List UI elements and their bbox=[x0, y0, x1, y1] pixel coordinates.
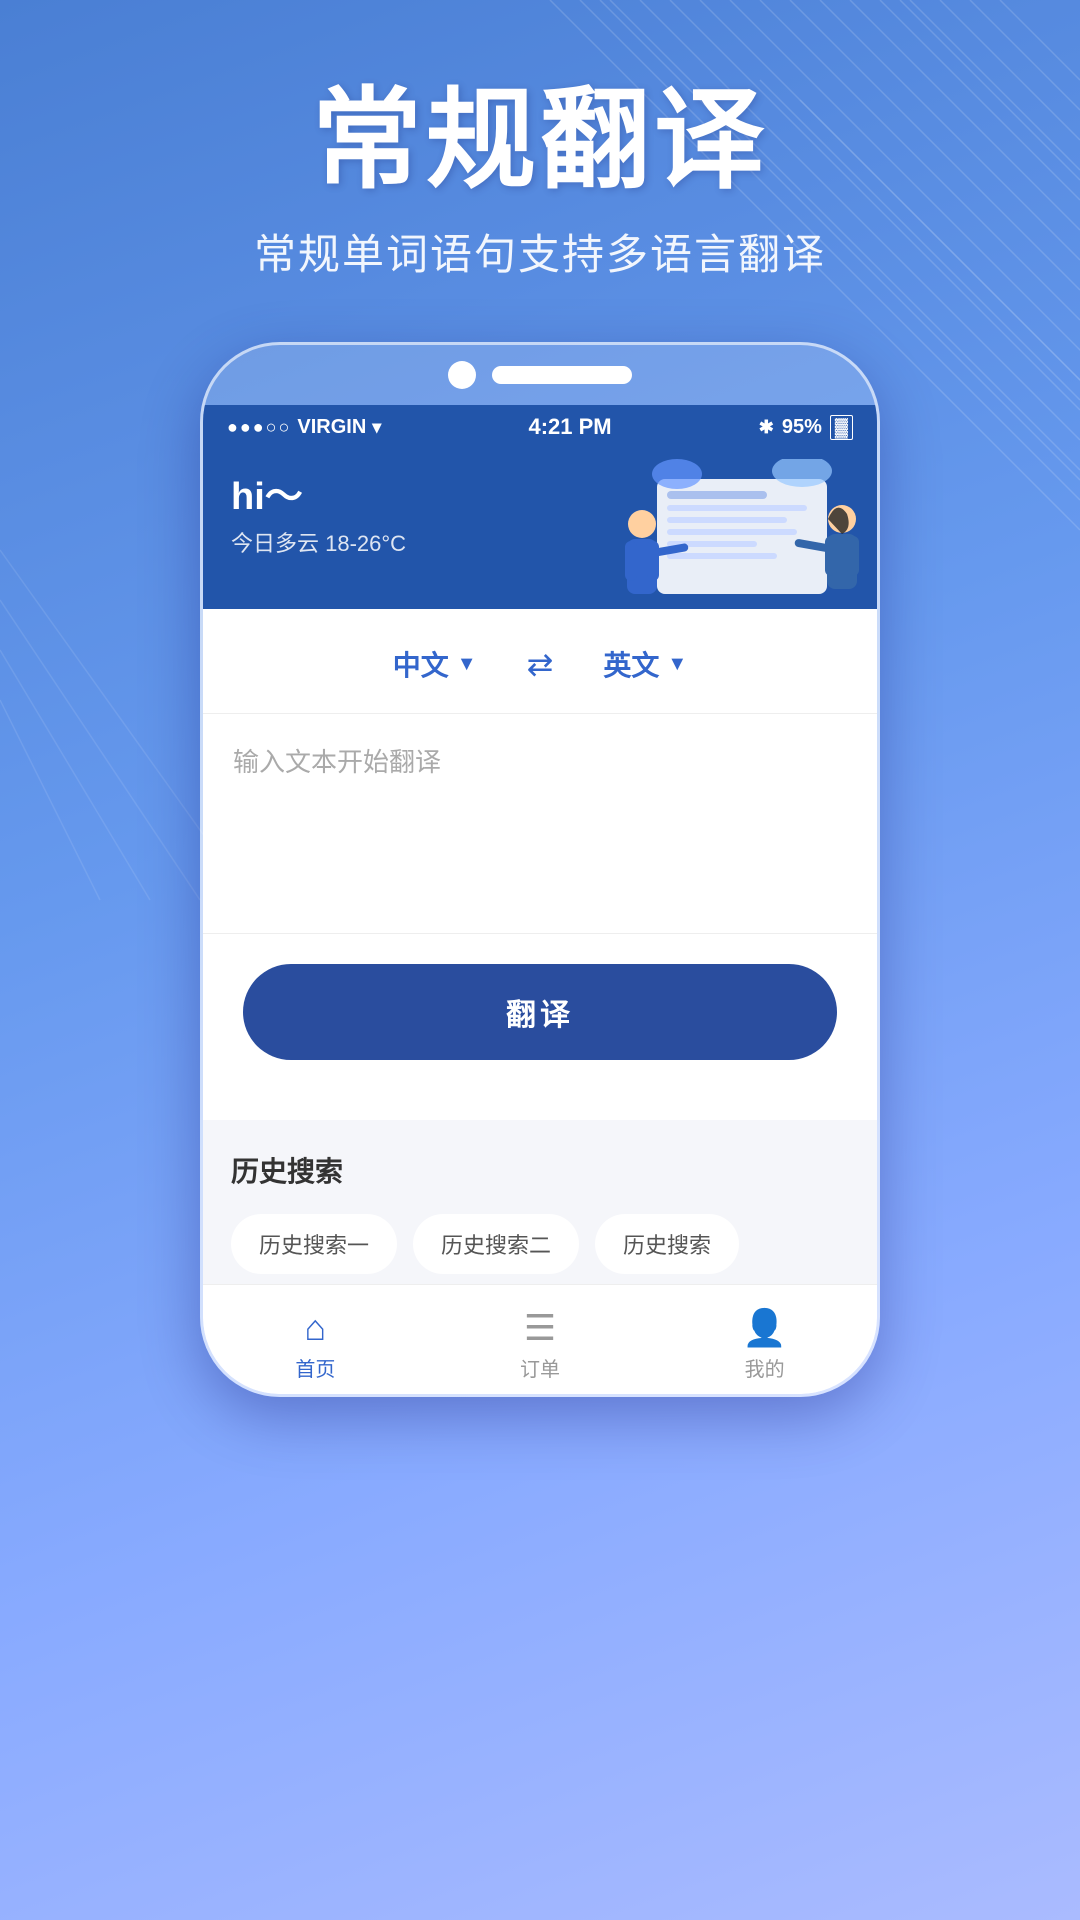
language-selector: 中文 ▼ ⇄ 英文 ▼ bbox=[203, 607, 877, 714]
home-icon: ⌂ bbox=[304, 1307, 326, 1349]
swap-icon: ⇄ bbox=[527, 646, 554, 682]
swap-language-btn[interactable]: ⇄ bbox=[497, 635, 584, 693]
target-lang-btn[interactable]: 英文 ▼ bbox=[583, 636, 707, 692]
target-lang-arrow: ▼ bbox=[667, 653, 687, 676]
tab-home-label: 首页 bbox=[295, 1353, 335, 1382]
bluetooth-icon: ✱ bbox=[759, 417, 774, 438]
sub-title: 常规单词语句支持多语言翻译 bbox=[0, 221, 1080, 282]
phone-camera bbox=[448, 361, 476, 389]
source-lang-arrow: ▼ bbox=[457, 653, 477, 676]
translation-card: 中文 ▼ ⇄ 英文 ▼ 输入文本开始翻译 翻译 bbox=[203, 607, 877, 1120]
tab-orders-label: 订单 bbox=[520, 1353, 560, 1382]
tab-bar: ⌂ 首页 ☰ 订单 👤 我的 bbox=[203, 1284, 877, 1394]
history-tag-1-2[interactable]: 历史搜索二 bbox=[413, 1214, 579, 1274]
tab-orders[interactable]: ☰ 订单 bbox=[428, 1297, 653, 1382]
tab-profile-label: 我的 bbox=[745, 1353, 785, 1382]
signal-dots: ●●●○○ bbox=[227, 417, 291, 438]
status-time: 4:21 PM bbox=[528, 414, 611, 440]
status-bar: ●●●○○ VIRGIN ▾ 4:21 PM ✱ 95% ▓ bbox=[203, 405, 877, 449]
phone-wrapper: ●●●○○ VIRGIN ▾ 4:21 PM ✱ 95% ▓ hi～ 今日多云 … bbox=[0, 342, 1080, 1397]
phone-speaker bbox=[492, 366, 632, 384]
history-tag-1-3[interactable]: 历史搜索 bbox=[595, 1214, 739, 1274]
source-lang-btn[interactable]: 中文 ▼ bbox=[373, 636, 497, 692]
translate-btn-wrapper: 翻译 bbox=[203, 934, 877, 1090]
source-lang-text: 中文 bbox=[393, 644, 449, 684]
profile-icon: 👤 bbox=[742, 1307, 787, 1349]
history-tag-1-1[interactable]: 历史搜索一 bbox=[231, 1214, 397, 1274]
tab-profile[interactable]: 👤 我的 bbox=[652, 1297, 877, 1382]
carrier-label: VIRGIN bbox=[297, 416, 366, 439]
translate-button[interactable]: 翻译 bbox=[243, 964, 837, 1060]
phone-notch bbox=[203, 345, 877, 405]
history-title: 历史搜索 bbox=[231, 1150, 849, 1190]
target-lang-text: 英文 bbox=[603, 644, 659, 684]
phone-frame: ●●●○○ VIRGIN ▾ 4:21 PM ✱ 95% ▓ hi～ 今日多云 … bbox=[200, 342, 880, 1397]
top-section: 常规翻译 常规单词语句支持多语言翻译 bbox=[0, 0, 1080, 282]
main-title: 常规翻译 bbox=[0, 80, 1080, 201]
wifi-icon: ▾ bbox=[372, 417, 381, 438]
orders-icon: ☰ bbox=[524, 1307, 556, 1349]
tab-home[interactable]: ⌂ 首页 bbox=[203, 1297, 428, 1382]
battery-icon: ▓ bbox=[830, 415, 853, 440]
battery-label: 95% bbox=[782, 416, 822, 439]
illustration bbox=[617, 459, 867, 614]
app-header: hi～ 今日多云 18-26°C bbox=[203, 449, 877, 609]
input-placeholder: 输入文本开始翻译 bbox=[233, 747, 441, 777]
status-left: ●●●○○ VIRGIN ▾ bbox=[227, 416, 381, 439]
translation-input-area[interactable]: 输入文本开始翻译 bbox=[203, 714, 877, 934]
status-right: ✱ 95% ▓ bbox=[759, 415, 853, 440]
history-row-1: 历史搜索一 历史搜索二 历史搜索 bbox=[231, 1214, 849, 1274]
